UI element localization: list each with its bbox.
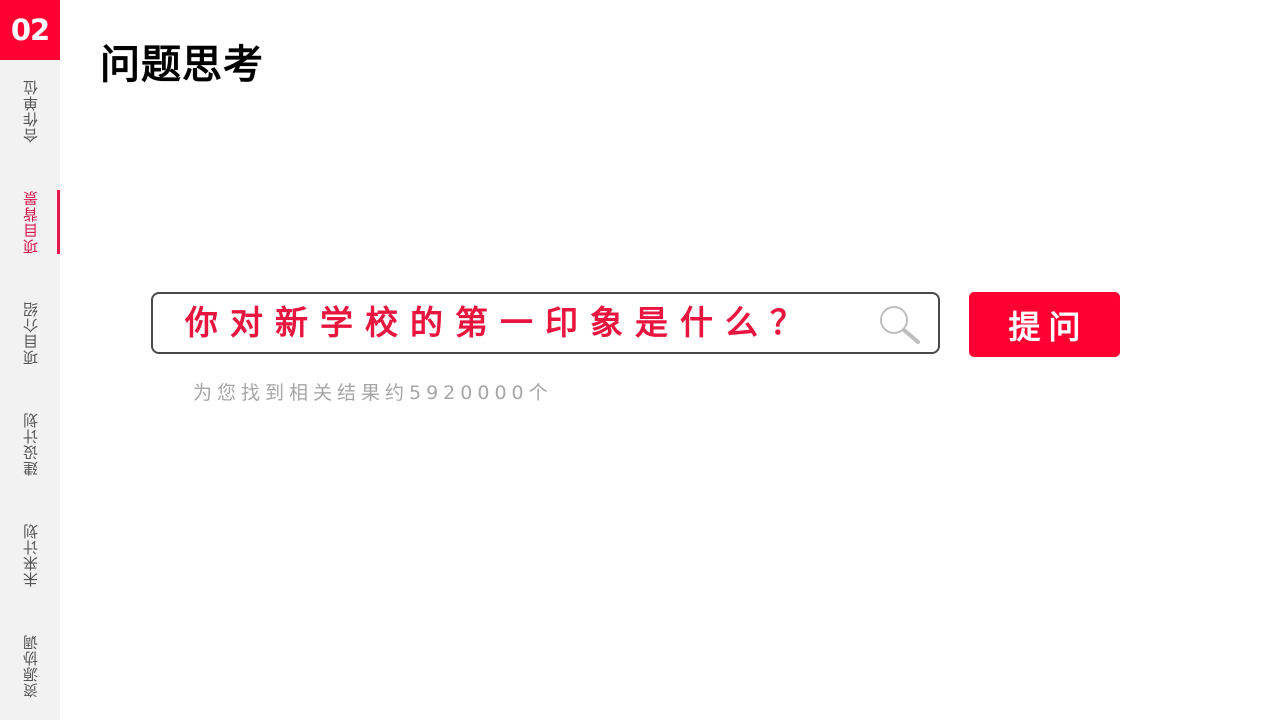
search-input[interactable]: 你对新学校的第一印象是什么？ [151, 292, 940, 354]
sidebar-item-label: 建设计划 [21, 412, 40, 476]
sidebar-item-background[interactable]: 项目背景 [0, 190, 60, 254]
active-indicator [57, 190, 60, 254]
sidebar-item-partners[interactable]: 合作单位 [0, 79, 60, 143]
sidebar-item-label: 未来计划 [21, 523, 40, 587]
section-number-badge: 02 [0, 0, 60, 60]
sidebar-item-label: 资源协调 [21, 634, 40, 698]
sidebar-item-construction-plan[interactable]: 建设计划 [0, 412, 60, 476]
sidebar-item-future-plan[interactable]: 未来计划 [0, 523, 60, 587]
sidebar-item-label: 项目背景 [21, 190, 40, 254]
sidebar-item-introduction[interactable]: 项目介绍 [0, 301, 60, 365]
result-count-text: 为您找到相关结果约5920000个 [193, 382, 553, 404]
search-query-text: 你对新学校的第一印象是什么？ [185, 303, 815, 342]
sidebar: 02 合作单位 项目背景 项目介绍 建设计划 未来计划 资源协调 [0, 0, 60, 720]
sidebar-item-label: 合作单位 [21, 79, 40, 143]
magnifier-icon[interactable] [878, 304, 922, 344]
sidebar-item-label: 项目介绍 [21, 301, 40, 365]
page-title: 问题思考 [100, 42, 264, 88]
ask-button[interactable]: 提问 [969, 292, 1120, 357]
sidebar-item-resources[interactable]: 资源协调 [0, 634, 60, 698]
slide: 02 合作单位 项目背景 项目介绍 建设计划 未来计划 资源协调 问题思考 你对… [0, 0, 1280, 720]
